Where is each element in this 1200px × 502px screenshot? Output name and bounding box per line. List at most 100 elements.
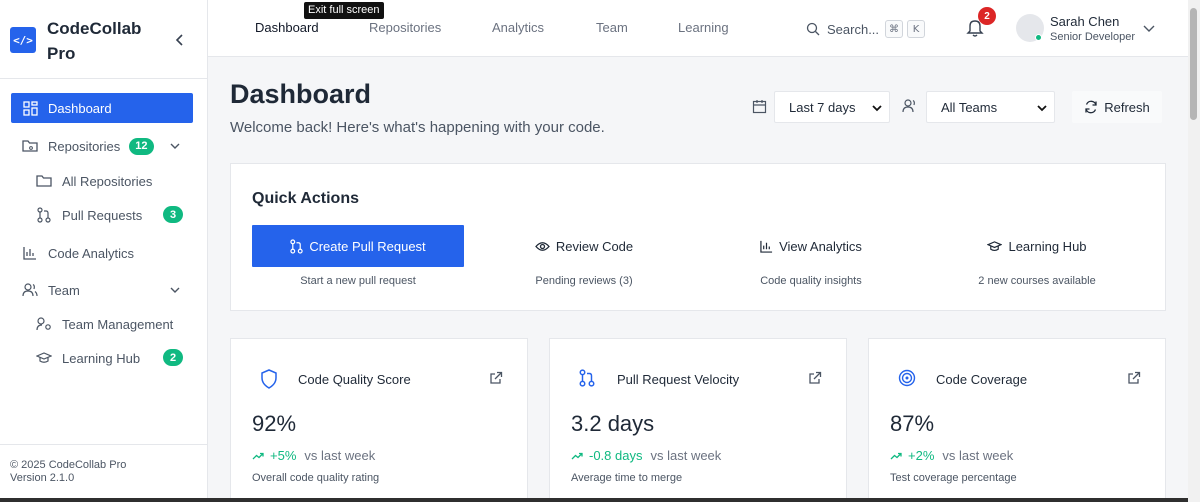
refresh-icon bbox=[1085, 100, 1097, 114]
online-status-dot bbox=[1035, 34, 1042, 41]
graduation-cap-icon bbox=[35, 349, 53, 367]
learning-hub-button[interactable]: Learning Hub bbox=[931, 225, 1143, 267]
sidebar-item-learning-hub[interactable]: Learning Hub 2 bbox=[11, 343, 193, 373]
sidebar-item-label: Code Analytics bbox=[48, 245, 134, 261]
review-code-button[interactable]: Review Code bbox=[478, 225, 690, 267]
metric-description: Test coverage percentage bbox=[890, 472, 1017, 484]
metric-comparison: vs last week bbox=[650, 448, 722, 463]
scrollbar-thumb[interactable] bbox=[1190, 8, 1197, 120]
trending-icon bbox=[252, 452, 264, 459]
chevron-down-icon[interactable] bbox=[167, 138, 183, 154]
sidebar-item-label: All Repositories bbox=[62, 173, 153, 189]
git-pull-request-icon bbox=[579, 369, 599, 389]
refresh-button[interactable]: Refresh bbox=[1072, 91, 1162, 123]
metric-title: Code Quality Score bbox=[298, 372, 411, 387]
top-tab-team[interactable]: Team bbox=[596, 20, 628, 35]
metric-description: Overall code quality rating bbox=[252, 472, 380, 484]
copyright-text: © 2025 CodeCollab Pro bbox=[10, 459, 127, 471]
eye-icon bbox=[534, 241, 550, 251]
tooltip: Exit full screen bbox=[304, 2, 384, 19]
action-label: View Analytics bbox=[779, 238, 862, 254]
view-analytics-button[interactable]: View Analytics bbox=[705, 225, 917, 267]
learning-hub-count-badge: 2 bbox=[163, 349, 183, 366]
version-text: Version 2.1.0 bbox=[10, 472, 75, 484]
sidebar: </> CodeCollab Pro Dashboard Repositorie… bbox=[0, 0, 208, 502]
user-role: Senior Developer bbox=[1050, 31, 1135, 43]
target-icon bbox=[898, 369, 918, 389]
date-range-value: Last 7 days bbox=[789, 99, 856, 115]
brand[interactable]: </> CodeCollab Pro bbox=[10, 16, 200, 66]
external-link-icon[interactable] bbox=[808, 371, 824, 387]
action-description: Code quality insights bbox=[760, 275, 862, 287]
search-button[interactable]: Search... ⌘ K bbox=[806, 17, 926, 41]
sidebar-item-team[interactable]: Team bbox=[11, 275, 193, 305]
external-link-icon[interactable] bbox=[1127, 371, 1143, 387]
top-tab-dashboard[interactable]: Dashboard bbox=[255, 20, 319, 35]
create-pull-request-button[interactable]: Create Pull Request bbox=[252, 225, 464, 267]
user-cog-icon bbox=[35, 315, 53, 333]
action-description: 2 new courses available bbox=[978, 275, 1096, 287]
sidebar-divider bbox=[0, 78, 208, 79]
users-icon bbox=[21, 281, 39, 299]
refresh-label: Refresh bbox=[1104, 99, 1150, 115]
user-name[interactable]: Sarah Chen bbox=[1050, 14, 1119, 29]
sidebar-footer-divider bbox=[0, 444, 208, 445]
sidebar-item-label: Team Management bbox=[62, 316, 174, 332]
collapse-sidebar-button[interactable] bbox=[170, 28, 190, 52]
sidebar-item-code-analytics[interactable]: Code Analytics bbox=[11, 238, 193, 268]
team-filter-value: All Teams bbox=[941, 99, 998, 115]
metric-title: Code Coverage bbox=[936, 372, 1028, 387]
sidebar-footer: © 2025 CodeCollab Pro Version 2.1.0 bbox=[10, 459, 126, 485]
action-label: Learning Hub bbox=[1008, 238, 1087, 254]
sidebar-item-label: Learning Hub bbox=[62, 350, 141, 366]
sidebar-item-team-management[interactable]: Team Management bbox=[11, 309, 193, 339]
metric-trend: +5% vs last week bbox=[252, 448, 375, 463]
metric-value: 3.2 days bbox=[571, 411, 655, 436]
folder-icon bbox=[35, 172, 53, 190]
external-link-icon[interactable] bbox=[489, 371, 505, 387]
action-label: Create Pull Request bbox=[309, 238, 426, 254]
metric-delta: -0.8 days bbox=[589, 448, 643, 463]
metric-comparison: vs last week bbox=[304, 448, 376, 463]
shield-icon bbox=[260, 369, 280, 389]
chevron-left-icon bbox=[175, 34, 183, 46]
bar-chart-icon bbox=[21, 244, 39, 262]
sidebar-item-label: Pull Requests bbox=[62, 207, 143, 223]
git-pull-request-icon bbox=[35, 206, 53, 224]
sidebar-item-dashboard[interactable]: Dashboard bbox=[11, 93, 193, 123]
metric-value: 92% bbox=[252, 411, 297, 436]
sidebar-item-all-repositories[interactable]: All Repositories bbox=[11, 166, 193, 196]
action-description: Pending reviews (3) bbox=[535, 275, 633, 287]
date-range-select[interactable]: Last 7 days bbox=[774, 91, 890, 123]
graduation-cap-icon bbox=[987, 240, 1003, 251]
sidebar-item-pull-requests[interactable]: Pull Requests 3 bbox=[11, 200, 193, 230]
folder-git-icon bbox=[21, 137, 39, 155]
users-icon bbox=[902, 99, 918, 115]
bar-chart-icon bbox=[760, 240, 773, 253]
git-pull-request-icon bbox=[290, 238, 304, 254]
team-filter-select[interactable]: All Teams bbox=[926, 91, 1055, 123]
page-scrollbar[interactable] bbox=[1188, 0, 1200, 502]
chevron-down-icon bbox=[871, 102, 883, 114]
metric-delta: +2% bbox=[908, 448, 935, 463]
chevron-down-icon[interactable] bbox=[167, 282, 183, 298]
sidebar-item-repositories[interactable]: Repositories 12 bbox=[11, 131, 193, 161]
metric-description: Average time to merge bbox=[571, 472, 683, 484]
metric-card-code-quality: Code Quality Score 92% +5% vs last week … bbox=[230, 338, 528, 502]
top-tab-analytics[interactable]: Analytics bbox=[492, 20, 544, 35]
top-tab-repositories[interactable]: Repositories bbox=[369, 20, 441, 35]
kbd-k: K bbox=[907, 20, 926, 38]
metric-delta: +5% bbox=[270, 448, 297, 463]
page-title: Dashboard bbox=[230, 79, 372, 109]
action-description: Start a new pull request bbox=[300, 275, 416, 287]
metric-comparison: vs last week bbox=[942, 448, 1014, 463]
user-menu-chevron-icon[interactable] bbox=[1143, 20, 1157, 34]
bottom-edge bbox=[0, 498, 1188, 502]
metric-value: 87% bbox=[890, 411, 935, 436]
sidebar-item-label: Team bbox=[48, 282, 80, 298]
metric-trend: +2% vs last week bbox=[890, 448, 1013, 463]
trending-icon bbox=[571, 452, 583, 459]
metric-title: Pull Request Velocity bbox=[617, 372, 740, 387]
top-tab-learning[interactable]: Learning bbox=[678, 20, 729, 35]
action-label: Review Code bbox=[555, 238, 634, 254]
